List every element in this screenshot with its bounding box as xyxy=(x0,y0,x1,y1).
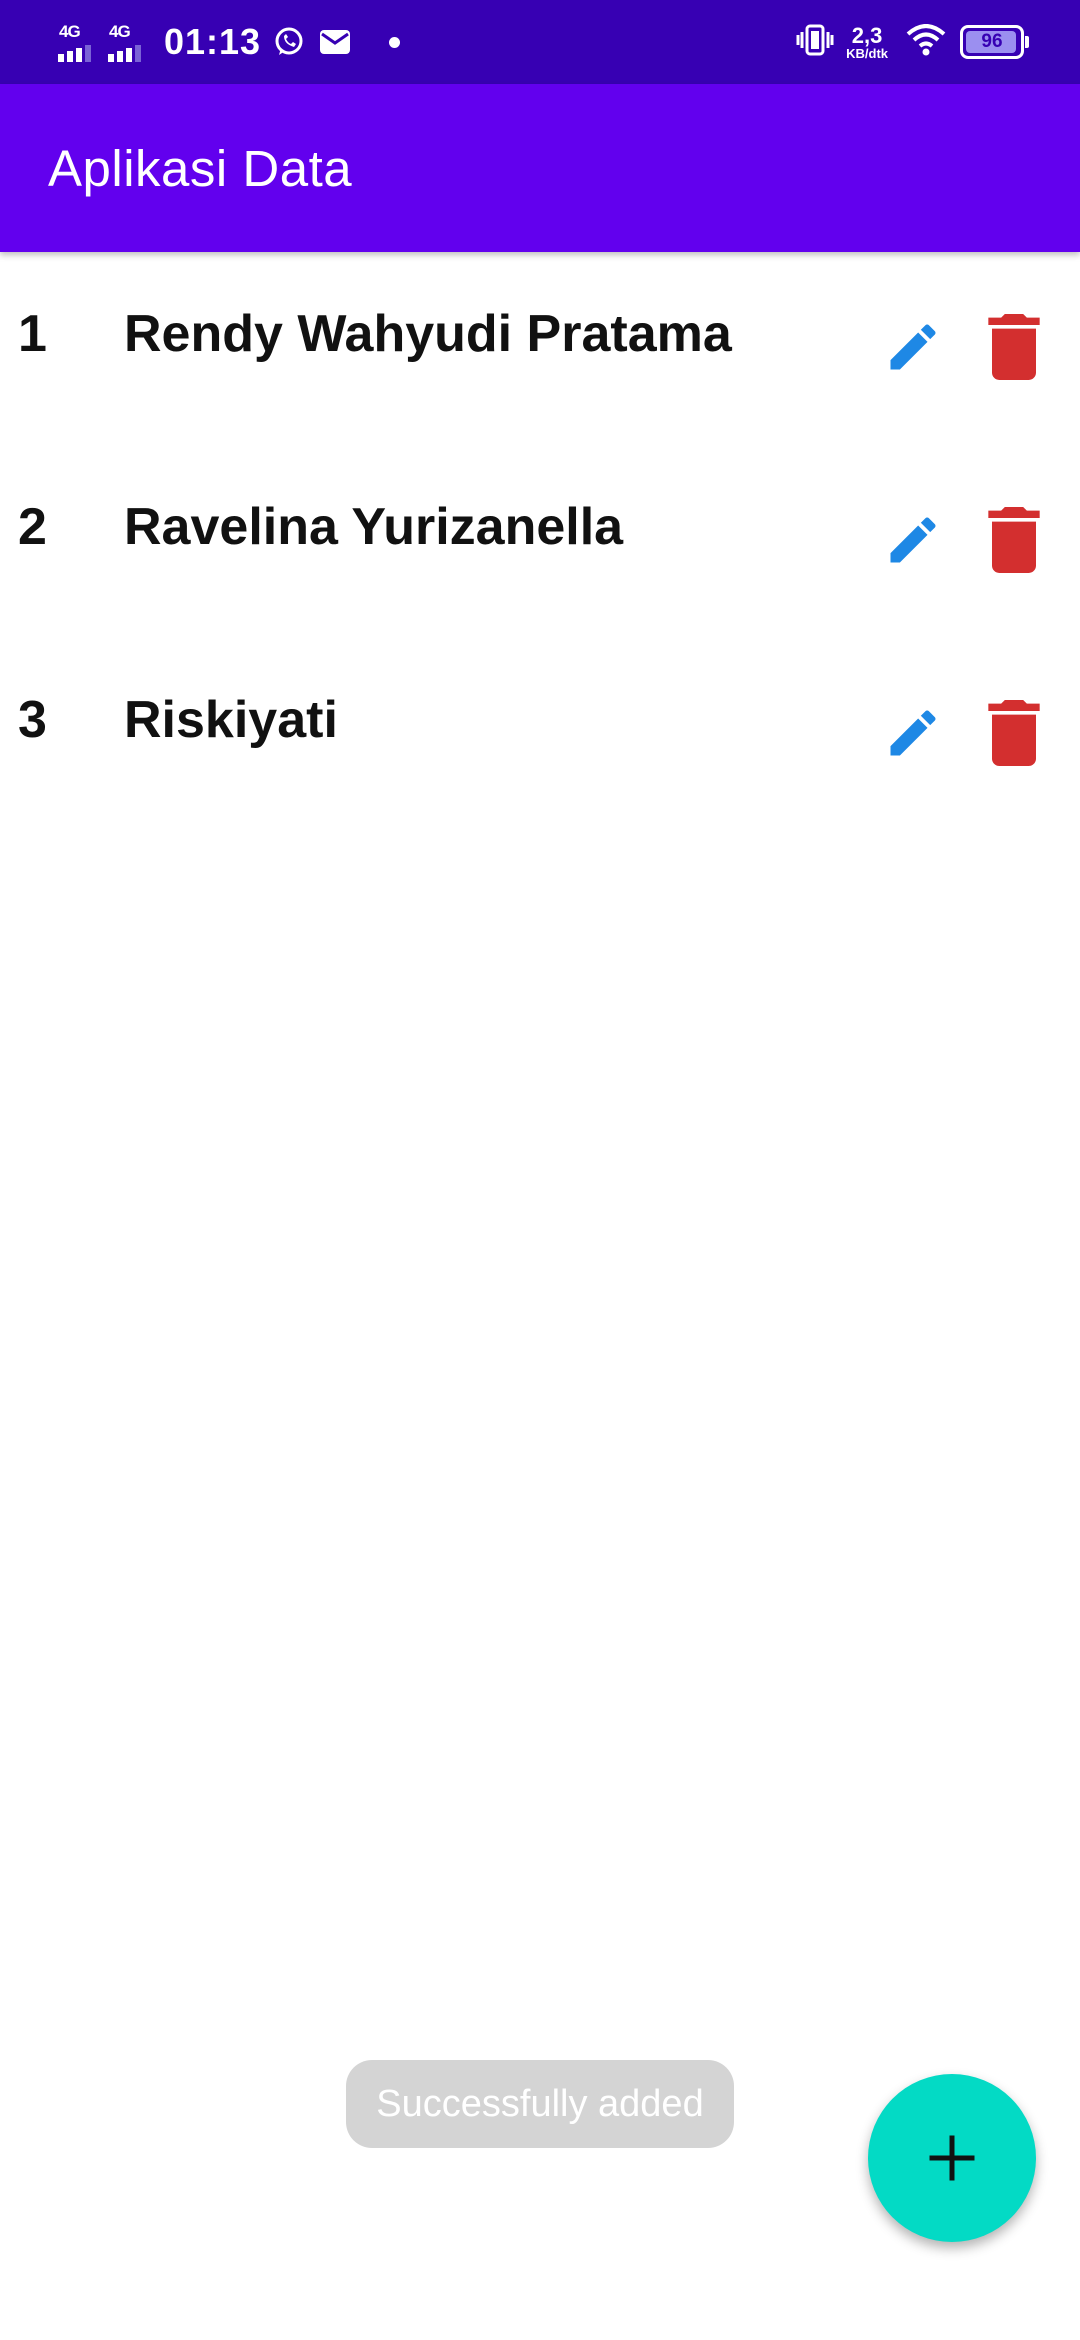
status-bar: 4G 4G 01:13 2,3 KB/dtk 96 xyxy=(0,0,1080,84)
item-number: 1 xyxy=(18,305,47,363)
status-clock: 01:13 xyxy=(164,21,262,62)
network-speed: 2,3 KB/dtk xyxy=(846,22,888,61)
toast-message: Successfully added xyxy=(346,2060,734,2148)
data-list: 1 Rendy Wahyudi Pratama 2 Ravelina Yuriz… xyxy=(0,268,1080,847)
sim1-network-label: 4G xyxy=(59,22,81,41)
sim2-signal-icon: 4G xyxy=(108,20,144,64)
item-name: Rendy Wahyudi Pratama xyxy=(124,305,732,363)
item-number: 2 xyxy=(18,498,47,556)
list-item: 2 Ravelina Yurizanella xyxy=(0,461,1080,654)
list-item: 1 Rendy Wahyudi Pratama xyxy=(0,268,1080,461)
wifi-icon xyxy=(906,23,946,61)
item-name: Ravelina Yurizanella xyxy=(124,498,624,556)
edit-button[interactable] xyxy=(880,700,946,766)
delete-button[interactable] xyxy=(986,314,1042,380)
sim2-network-label: 4G xyxy=(109,22,131,41)
app-title: Aplikasi Data xyxy=(48,139,353,197)
item-number: 3 xyxy=(18,691,47,749)
trash-icon xyxy=(988,314,1040,380)
pencil-icon xyxy=(890,710,936,756)
pencil-icon xyxy=(890,517,936,563)
item-name: Riskiyati xyxy=(124,691,338,749)
trash-icon xyxy=(988,507,1040,573)
battery-percent: 96 xyxy=(981,31,1003,52)
sim1-signal-icon: 4G xyxy=(58,20,94,64)
delete-button[interactable] xyxy=(986,507,1042,573)
edit-button[interactable] xyxy=(880,314,946,380)
network-speed-value: 2,3 xyxy=(851,22,883,48)
status-bar-right: 2,3 KB/dtk 96 xyxy=(796,0,1029,84)
list-item: 3 Riskiyati xyxy=(0,654,1080,847)
delete-button[interactable] xyxy=(986,700,1042,766)
add-button[interactable] xyxy=(868,2074,1036,2242)
battery-icon: 96 xyxy=(960,25,1029,59)
more-notifications-dot xyxy=(389,36,401,48)
app-bar: Aplikasi Data xyxy=(0,84,1080,252)
trash-icon xyxy=(988,700,1040,766)
edit-button[interactable] xyxy=(880,507,946,573)
network-speed-unit: KB/dtk xyxy=(846,45,888,61)
vibrate-icon xyxy=(796,24,834,61)
whatsapp-icon xyxy=(273,26,305,58)
plus-icon xyxy=(929,2135,975,2181)
status-bar-left: 4G 4G 01:13 xyxy=(58,0,401,84)
mail-icon xyxy=(319,29,351,55)
pencil-icon xyxy=(890,324,936,370)
